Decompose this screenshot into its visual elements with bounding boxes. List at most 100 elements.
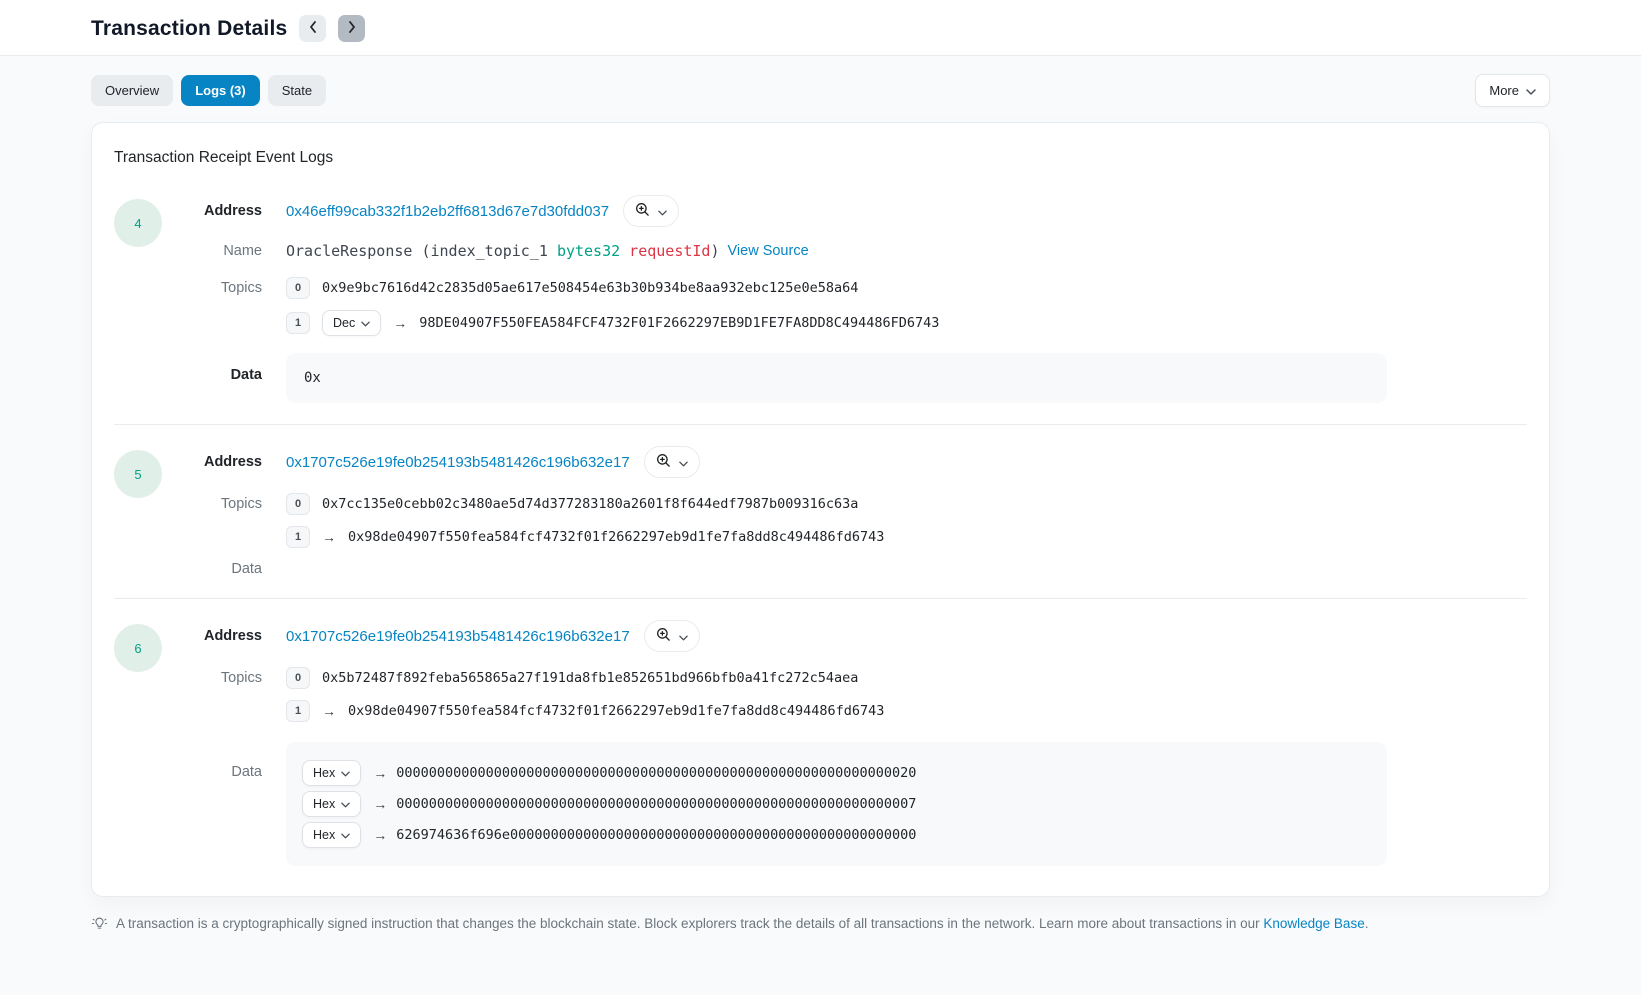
next-transaction-button[interactable]	[338, 15, 365, 42]
arrow-right-icon: →	[393, 315, 407, 331]
topic-row: Topics 0 0x7cc135e0cebb02c3480ae5d74d377…	[114, 493, 1527, 515]
arrow-right-icon: →	[373, 827, 387, 843]
arrow-right-icon: →	[373, 796, 387, 812]
name-row: Name OracleResponse (index_topic_1 bytes…	[114, 242, 1527, 260]
topics-label: Topics	[114, 670, 262, 686]
footer-note: A transaction is a cryptographically sig…	[91, 914, 1550, 957]
lightbulb-icon	[91, 914, 108, 937]
topic-index-badge: 1	[286, 312, 310, 334]
arrow-right-icon: →	[322, 703, 336, 719]
tab-list: Overview Logs (3) State	[91, 75, 326, 106]
chevron-down-icon	[679, 629, 688, 644]
data-encoding-dropdown[interactable]: Hex	[302, 760, 361, 786]
address-row: Address 0x46eff99cab332f1b2eb2ff6813d67e…	[114, 195, 1527, 227]
data-row: Data	[114, 561, 1527, 577]
topic-value: 0x5b72487f892feba565865a27f191da8fb1e852…	[322, 670, 858, 686]
address-zoom-dropdown-button[interactable]	[644, 446, 700, 478]
view-source-link[interactable]: View Source	[728, 243, 809, 259]
log-divider	[114, 598, 1527, 599]
data-word-row: Hex → 0000000000000000000000000000000000…	[302, 760, 1371, 786]
chevron-down-icon	[341, 766, 350, 780]
contract-address-link[interactable]: 0x1707c526e19fe0b254193b5481426c196b632e…	[286, 628, 630, 645]
log-index-badge: 6	[114, 624, 162, 672]
topic-index-badge: 1	[286, 526, 310, 548]
contract-address-link[interactable]: 0x46eff99cab332f1b2eb2ff6813d67e7d30fdd0…	[286, 203, 609, 220]
data-encoding-dropdown[interactable]: Hex	[302, 822, 361, 848]
chevron-down-icon	[1526, 83, 1536, 98]
data-word-value: 0000000000000000000000000000000000000000…	[396, 796, 916, 812]
data-word-row: Hex → 626974636f696e00000000000000000000…	[302, 822, 1371, 848]
arrow-right-icon: →	[322, 529, 336, 545]
topic-row: 1 → 0x98de04907f550fea584fcf4732f01f2662…	[114, 700, 1527, 722]
data-word-row: Hex → 0000000000000000000000000000000000…	[302, 791, 1371, 817]
tab-state[interactable]: State	[268, 75, 326, 106]
zoom-in-icon	[656, 627, 671, 645]
topic-encoding-label: Dec	[333, 316, 355, 330]
chevron-down-icon	[341, 797, 350, 811]
title-row: Transaction Details	[91, 15, 1550, 42]
address-zoom-dropdown-button[interactable]	[623, 195, 679, 227]
zoom-in-icon	[635, 202, 650, 220]
arrow-right-icon: →	[373, 765, 387, 781]
topic-value: 0x98de04907f550fea584fcf4732f01f2662297e…	[348, 703, 884, 719]
knowledge-base-link[interactable]: Knowledge Base	[1263, 916, 1364, 931]
topic-index-badge: 0	[286, 277, 310, 299]
chevron-right-icon	[348, 21, 356, 36]
data-word-value: 0000000000000000000000000000000000000000…	[396, 765, 916, 781]
data-row: Data Hex → 00000000000000000000000000000	[114, 742, 1527, 866]
log-index-badge: 4	[114, 199, 162, 247]
data-label: Data	[114, 742, 262, 780]
zoom-in-icon	[656, 453, 671, 471]
topic-index-badge: 1	[286, 700, 310, 722]
topics-label: Topics	[114, 280, 262, 296]
address-row: Address 0x1707c526e19fe0b254193b5481426c…	[114, 446, 1527, 478]
log-data-box: Hex → 0000000000000000000000000000000000…	[286, 742, 1387, 866]
chevron-down-icon	[679, 455, 688, 470]
topic-row: Topics 0 0x5b72487f892feba565865a27f191d…	[114, 667, 1527, 689]
address-zoom-dropdown-button[interactable]	[644, 620, 700, 652]
topic-value: 0x7cc135e0cebb02c3480ae5d74d377283180a26…	[322, 496, 858, 512]
log-index-badge: 5	[114, 450, 162, 498]
topic-index-badge: 0	[286, 667, 310, 689]
chevron-left-icon	[309, 21, 317, 36]
more-dropdown-button[interactable]: More	[1475, 74, 1550, 107]
data-label: Data	[114, 353, 262, 383]
log-divider	[114, 424, 1527, 425]
main-content: Overview Logs (3) State More Transaction…	[0, 56, 1641, 957]
log-data-box: 0x	[286, 353, 1387, 403]
log-entry: 4 Address 0x46eff99cab332f1b2eb2ff6813d6…	[114, 195, 1527, 403]
data-encoding-label: Hex	[313, 828, 335, 842]
chevron-down-icon	[361, 316, 370, 330]
page-header: Transaction Details	[0, 0, 1641, 56]
data-encoding-label: Hex	[313, 766, 335, 780]
event-logs-card: Transaction Receipt Event Logs 4 Address…	[91, 122, 1550, 897]
event-param-type: bytes32	[557, 242, 620, 260]
log-entry: 5 Address 0x1707c526e19fe0b254193b548142…	[114, 446, 1527, 577]
topic-row: 1 Dec → 98DE04907F550FEA584FCF4732F01F26…	[114, 310, 1527, 336]
topic-index-badge: 0	[286, 493, 310, 515]
topic-encoding-dropdown[interactable]: Dec	[322, 310, 381, 336]
data-word-value: 626974636f696e00000000000000000000000000…	[396, 827, 916, 843]
previous-transaction-button[interactable]	[299, 15, 326, 42]
address-row: Address 0x1707c526e19fe0b254193b5481426c…	[114, 620, 1527, 652]
topic-row: Topics 0 0x9e9bc7616d42c2835d05ae617e508…	[114, 277, 1527, 299]
topic-value: 0x98de04907f550fea584fcf4732f01f2662297e…	[348, 529, 884, 545]
topics-label: Topics	[114, 496, 262, 512]
data-encoding-label: Hex	[313, 797, 335, 811]
page-title: Transaction Details	[91, 17, 287, 41]
event-param-name: requestId	[620, 242, 710, 260]
data-encoding-dropdown[interactable]: Hex	[302, 791, 361, 817]
tabs-row: Overview Logs (3) State More	[91, 74, 1550, 107]
data-label: Data	[114, 561, 262, 577]
footer-text: A transaction is a cryptographically sig…	[116, 914, 1368, 933]
topic-value: 0x9e9bc7616d42c2835d05ae617e508454e63b30…	[322, 280, 858, 296]
tab-overview[interactable]: Overview	[91, 75, 173, 106]
event-logs-heading: Transaction Receipt Event Logs	[114, 149, 1527, 167]
tab-logs[interactable]: Logs (3)	[181, 75, 260, 106]
topic-row: 1 → 0x98de04907f550fea584fcf4732f01f2662…	[114, 526, 1527, 548]
event-signature: OracleResponse (index_topic_1 bytes32 re…	[286, 242, 720, 260]
more-dropdown-label: More	[1489, 83, 1519, 98]
contract-address-link[interactable]: 0x1707c526e19fe0b254193b5481426c196b632e…	[286, 454, 630, 471]
topic-value: 98DE04907F550FEA584FCF4732F01F2662297EB9…	[419, 315, 939, 331]
chevron-down-icon	[341, 828, 350, 842]
